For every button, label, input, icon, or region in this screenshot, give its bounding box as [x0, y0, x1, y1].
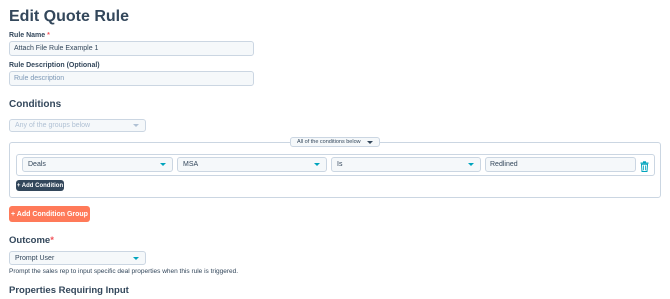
condition-operator-select[interactable]: Is	[331, 157, 481, 172]
add-condition-label: + Add Condition	[16, 182, 64, 189]
add-condition-group-button[interactable]: + Add Condition Group	[9, 206, 90, 222]
group-match-select[interactable]: Any of the groups below	[9, 119, 146, 132]
add-condition-button[interactable]: + Add Condition	[16, 180, 64, 191]
condition-property-value: MSA	[183, 161, 199, 168]
outcome-select-value: Prompt User	[15, 254, 55, 262]
rule-name-label: Rule Name *	[9, 32, 50, 39]
outcome-help-text: Prompt the sales rep to input specific d…	[9, 268, 239, 275]
chevron-down-icon	[367, 140, 373, 144]
rule-name-input[interactable]: Attach File Rule Example 1	[9, 41, 254, 56]
chevron-down-icon	[314, 163, 320, 166]
conditions-heading: Conditions	[9, 99, 62, 110]
condition-match-select[interactable]: All of the conditions below	[290, 137, 380, 147]
condition-value-input[interactable]: Redlined	[485, 157, 636, 172]
condition-value-text: Redlined	[490, 161, 518, 168]
required-mark: *	[47, 32, 50, 39]
chevron-down-icon	[468, 163, 474, 166]
condition-object-value: Deals	[28, 161, 46, 168]
outcome-heading: Outcome*	[9, 235, 54, 246]
rule-description-placeholder: Rule description	[14, 75, 65, 82]
required-mark: *	[50, 235, 54, 246]
group-match-value: Any of the groups below	[15, 122, 91, 129]
rule-description-input[interactable]: Rule description	[9, 71, 254, 86]
outcome-select[interactable]: Prompt User	[9, 251, 146, 265]
chevron-down-icon	[160, 163, 166, 166]
chevron-down-icon	[133, 256, 139, 260]
rule-description-label: Rule Description (Optional)	[9, 62, 100, 69]
condition-operator-value: Is	[337, 161, 343, 168]
add-condition-group-label: + Add Condition Group	[11, 210, 88, 218]
outcome-heading-text: Outcome	[9, 235, 51, 246]
condition-match-value: All of the conditions below	[297, 139, 361, 145]
properties-requiring-input-heading: Properties Requiring Input	[9, 285, 129, 296]
page-title: Edit Quote Rule	[9, 8, 129, 25]
condition-property-select[interactable]: MSA	[177, 157, 327, 172]
rule-name-label-text: Rule Name	[9, 32, 46, 39]
rule-name-value: Attach File Rule Example 1	[14, 45, 99, 52]
chevron-down-icon	[133, 124, 139, 127]
trash-icon[interactable]	[640, 159, 649, 172]
condition-object-select[interactable]: Deals	[22, 157, 173, 172]
